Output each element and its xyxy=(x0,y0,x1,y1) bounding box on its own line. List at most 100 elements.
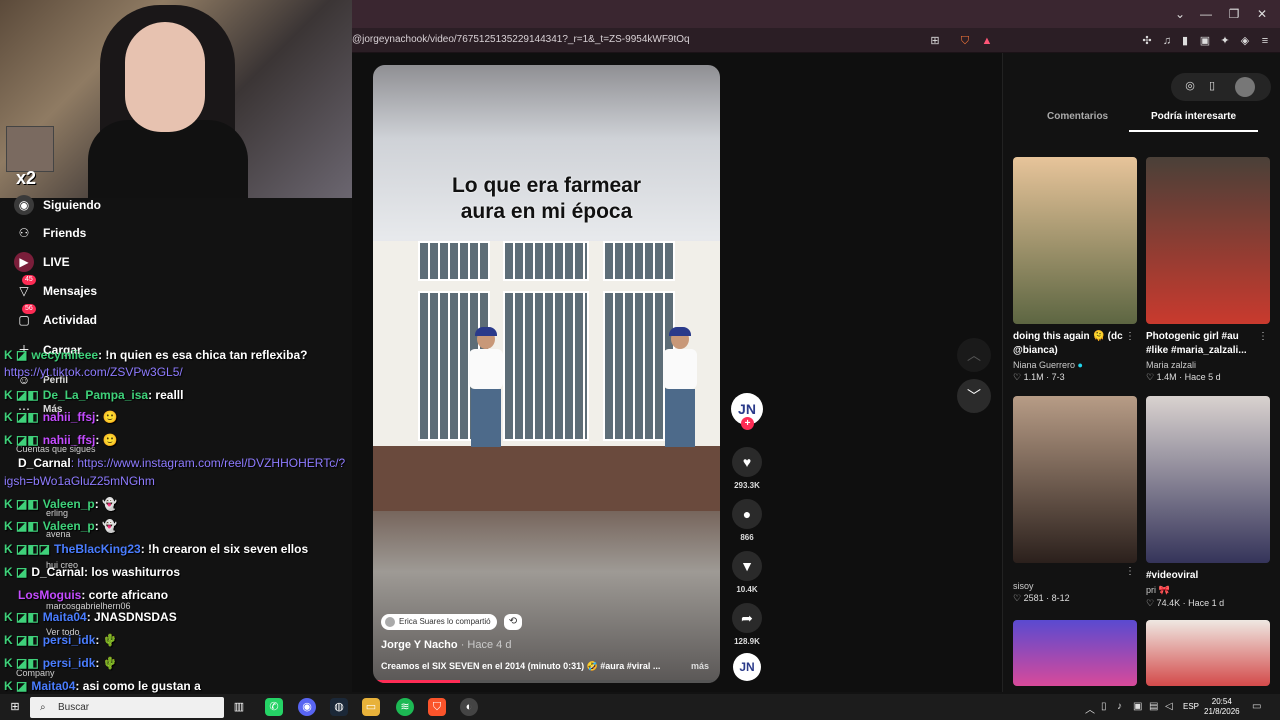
comment-button[interactable]: ● 866 xyxy=(730,499,764,542)
card-menu-icon[interactable]: ⋮ xyxy=(1258,331,1268,342)
card-title[interactable]: #videoviral xyxy=(1146,569,1262,583)
shared-by-chip[interactable]: Erica Suares lo compartió xyxy=(381,614,497,630)
follow-plus-icon[interactable]: + xyxy=(741,417,754,430)
sidebar-icon[interactable]: ▮ xyxy=(1178,34,1192,48)
like-button[interactable]: ♥ 293.3K xyxy=(730,447,764,490)
task-view-icon[interactable]: ▥ xyxy=(230,698,248,716)
volume-icon[interactable]: ◁ xyxy=(1165,701,1173,712)
wallet-icon[interactable]: ▣ xyxy=(1198,34,1212,48)
card-author[interactable]: Niana Guerrero ● xyxy=(1013,360,1137,370)
chat-line: K ◪◧ nahii_ffsj: 🙂 xyxy=(4,433,118,447)
repost-icon[interactable]: ⟲ xyxy=(504,614,522,630)
restore-icon[interactable]: ❐ xyxy=(1226,6,1242,22)
dancer-shirt xyxy=(663,349,697,389)
author-name[interactable]: Jorge Y Nacho xyxy=(381,639,458,651)
save-button[interactable]: ▼ 10.4K xyxy=(730,551,764,594)
card-thumbnail[interactable] xyxy=(1146,620,1270,686)
dancer-cap xyxy=(669,327,691,336)
address-bar[interactable]: @jorgeynachook/video/7675125135229144341… xyxy=(352,28,1280,53)
chevron-down-icon[interactable]: ⌄ xyxy=(1172,6,1188,22)
chat-message[interactable]: igsh=bWo1aGluZ25mNGhm xyxy=(4,474,155,488)
obs-icon[interactable]: ◐ xyxy=(460,698,478,716)
brave-icon[interactable]: ⛉ xyxy=(428,698,446,716)
chat-username: Maita04 xyxy=(31,679,76,693)
video-player[interactable]: Lo que era farmear aura en mi época Eric… xyxy=(373,65,720,683)
video-description: Creamos el SIX SEVEN en el 2014 (minuto … xyxy=(381,661,661,671)
sidebar-item-following[interactable]: ◉ Siguiendo xyxy=(14,194,101,216)
activity-badge: 56 xyxy=(22,304,36,314)
recommendation-card[interactable]: ⋮ doing this again 🫠 (dc @bianca) Niana … xyxy=(1013,157,1137,383)
screen: ⌄ — ❐ ✕ @jorgeynachook/video/76751251352… xyxy=(0,0,1280,720)
recommendation-card[interactable] xyxy=(1146,620,1270,686)
language-indicator[interactable]: ESP xyxy=(1183,702,1199,711)
card-date: Hace 5 d xyxy=(1184,372,1221,382)
leo-icon[interactable]: ✦ xyxy=(1218,34,1232,48)
card-thumbnail[interactable] xyxy=(1146,396,1270,563)
sound-avatar-button[interactable]: JN xyxy=(730,653,764,681)
close-icon[interactable]: ✕ xyxy=(1254,6,1270,22)
dancer-pants xyxy=(665,389,695,447)
menu-icon[interactable]: ≡ xyxy=(1258,34,1272,48)
card-title[interactable]: doing this again 🫠 (dc @bianca) xyxy=(1013,330,1129,358)
card-menu-icon[interactable]: ⋮ xyxy=(1125,566,1135,577)
recommendation-card[interactable]: #videoviral pri 🎀 ♡ 74.4K · Hace 1 d xyxy=(1146,396,1270,609)
brave-shield-icon[interactable]: ⛉ xyxy=(958,34,972,48)
taskbar-search[interactable]: ⌕ Buscar xyxy=(30,697,224,718)
chat-message: : corte africano xyxy=(81,588,169,602)
tray-app-icon[interactable]: ▣ xyxy=(1133,701,1142,712)
recommendation-card[interactable]: ⋮ sisoy ♡ 2581 · 8-12 xyxy=(1013,396,1137,604)
card-title[interactable]: Photogenic girl #au #like #maria_zalzali… xyxy=(1146,330,1262,358)
minimize-icon[interactable]: — xyxy=(1198,6,1214,22)
rewards-icon[interactable]: ▲ xyxy=(980,34,994,48)
spotify-icon[interactable]: ≋ xyxy=(396,698,414,716)
recommendation-card[interactable] xyxy=(1013,620,1137,686)
network-icon[interactable]: ▤ xyxy=(1149,701,1158,712)
sidebar-item-messages[interactable]: ▽ 45 Mensajes xyxy=(14,275,97,302)
video-author[interactable]: Jorge Y Nacho · Hace 4 d xyxy=(381,639,511,651)
card-thumbnail[interactable] xyxy=(1013,396,1137,563)
music-icon[interactable]: ♫ xyxy=(1160,34,1174,48)
phone-icon[interactable]: ▯ xyxy=(1205,79,1219,93)
creator-avatar-button[interactable]: JN + xyxy=(730,393,764,430)
chevron-down-icon[interactable]: ﹀ xyxy=(957,379,991,413)
compass-icon[interactable]: ◎ xyxy=(1183,79,1197,93)
sidebar-item-friends[interactable]: ⚇ Friends xyxy=(14,222,87,244)
sidebar-item-activity[interactable]: ▢ 56 Actividad xyxy=(14,304,97,331)
card-thumbnail[interactable] xyxy=(1146,157,1270,324)
chat-message[interactable]: https://yt.tiktok.com/ZSVPw3GL5/ xyxy=(4,365,183,379)
share-button[interactable]: ➦ 128.9K xyxy=(730,603,764,646)
windows-start-icon[interactable]: ⊞ xyxy=(6,698,24,716)
taskbar-clock[interactable]: 20:54 21/8/2026 xyxy=(1204,697,1240,717)
video-progress-bar[interactable] xyxy=(373,680,720,683)
card-menu-icon[interactable]: ⋮ xyxy=(1125,331,1135,342)
notifications-icon[interactable]: ▭ xyxy=(1252,701,1261,712)
vpn-icon[interactable]: ◈ xyxy=(1238,34,1252,48)
file-explorer-icon[interactable]: ▭ xyxy=(362,698,380,716)
chat-message[interactable]: : https://www.instagram.com/reel/DVZHHOH… xyxy=(71,456,346,470)
tab-recommendations[interactable]: Podría interesarte xyxy=(1151,111,1236,131)
recommendation-card[interactable]: ⋮ Photogenic girl #au #like #maria_zalza… xyxy=(1146,157,1270,383)
url-text[interactable]: @jorgeynachook/video/7675125135229144341… xyxy=(352,34,690,45)
tray-chevron-icon[interactable]: ︿ xyxy=(1085,701,1095,716)
card-thumbnail[interactable] xyxy=(1013,620,1137,686)
chat-username: persi_idk xyxy=(42,633,96,647)
chat-line: K ◪ D_Carnal: los washiturros xyxy=(4,565,181,579)
chevron-up-icon[interactable]: ︿ xyxy=(957,338,991,372)
card-author[interactable]: Maria zalzali xyxy=(1146,360,1270,370)
tray-device-icon[interactable]: ▯ xyxy=(1101,701,1107,712)
card-thumbnail[interactable] xyxy=(1013,157,1137,324)
microphone-icon[interactable]: ♪ xyxy=(1117,701,1122,712)
discord-icon[interactable]: ◉ xyxy=(298,698,316,716)
sidebar-item-live[interactable]: ▶ LIVE xyxy=(14,251,70,273)
whatsapp-icon[interactable]: ✆ xyxy=(265,698,283,716)
card-author[interactable]: sisoy xyxy=(1013,581,1137,591)
more-button[interactable]: más xyxy=(691,661,709,671)
translate-icon[interactable]: ⊞ xyxy=(928,34,942,48)
user-avatar[interactable] xyxy=(1235,77,1255,97)
chat-line: K ◪◧ persi_idk: 🌵 xyxy=(4,656,118,670)
card-author[interactable]: pri 🎀 xyxy=(1146,585,1270,596)
card-likes: 1.1M xyxy=(1023,372,1044,382)
extensions-icon[interactable]: ✣ xyxy=(1140,34,1154,48)
steam-icon[interactable]: ◍ xyxy=(330,698,348,716)
tab-comments[interactable]: Comentarios xyxy=(1047,111,1108,131)
